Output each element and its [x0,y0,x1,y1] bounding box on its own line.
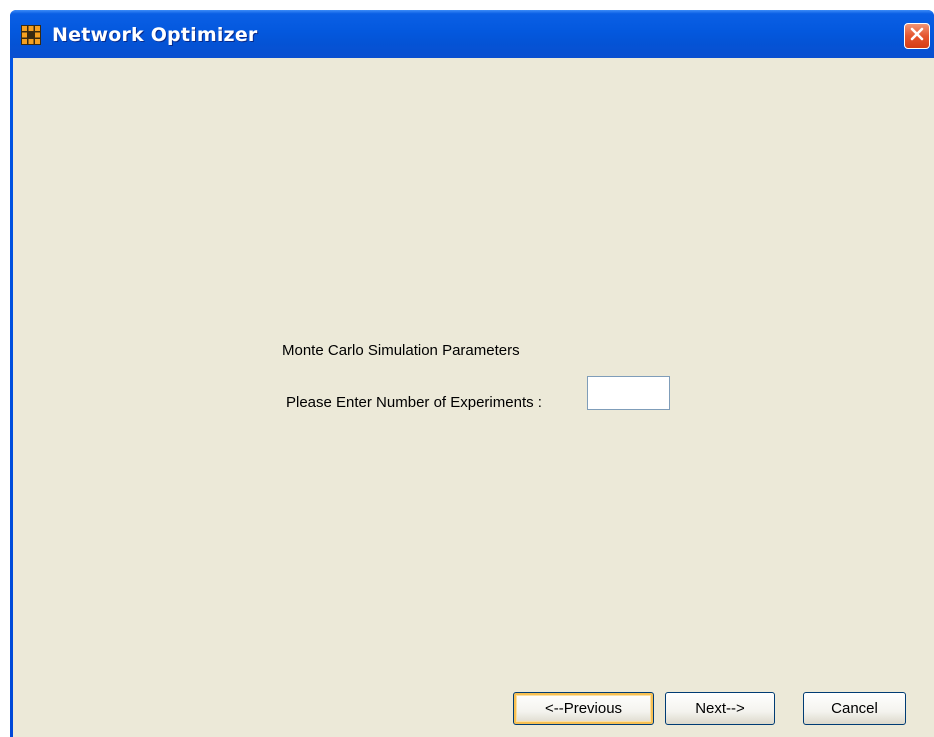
wizard-panel: Monte Carlo Simulation Parameters Please… [13,58,934,737]
cancel-button[interactable]: Cancel [803,692,906,725]
network-grid-icon [21,25,41,45]
window-title: Network Optimizer [52,24,258,46]
close-icon [909,26,925,47]
title-bar[interactable]: Network Optimizer [10,10,934,58]
previous-button[interactable]: <--Previous [513,692,654,725]
close-button[interactable] [904,23,930,49]
section-heading: Monte Carlo Simulation Parameters [282,342,520,359]
experiments-label: Please Enter Number of Experiments : [286,394,542,411]
next-button[interactable]: Next--> [665,692,775,725]
experiments-input[interactable] [587,376,670,410]
network-optimizer-window: Network Optimizer Monte Carlo Simulation… [10,10,934,737]
